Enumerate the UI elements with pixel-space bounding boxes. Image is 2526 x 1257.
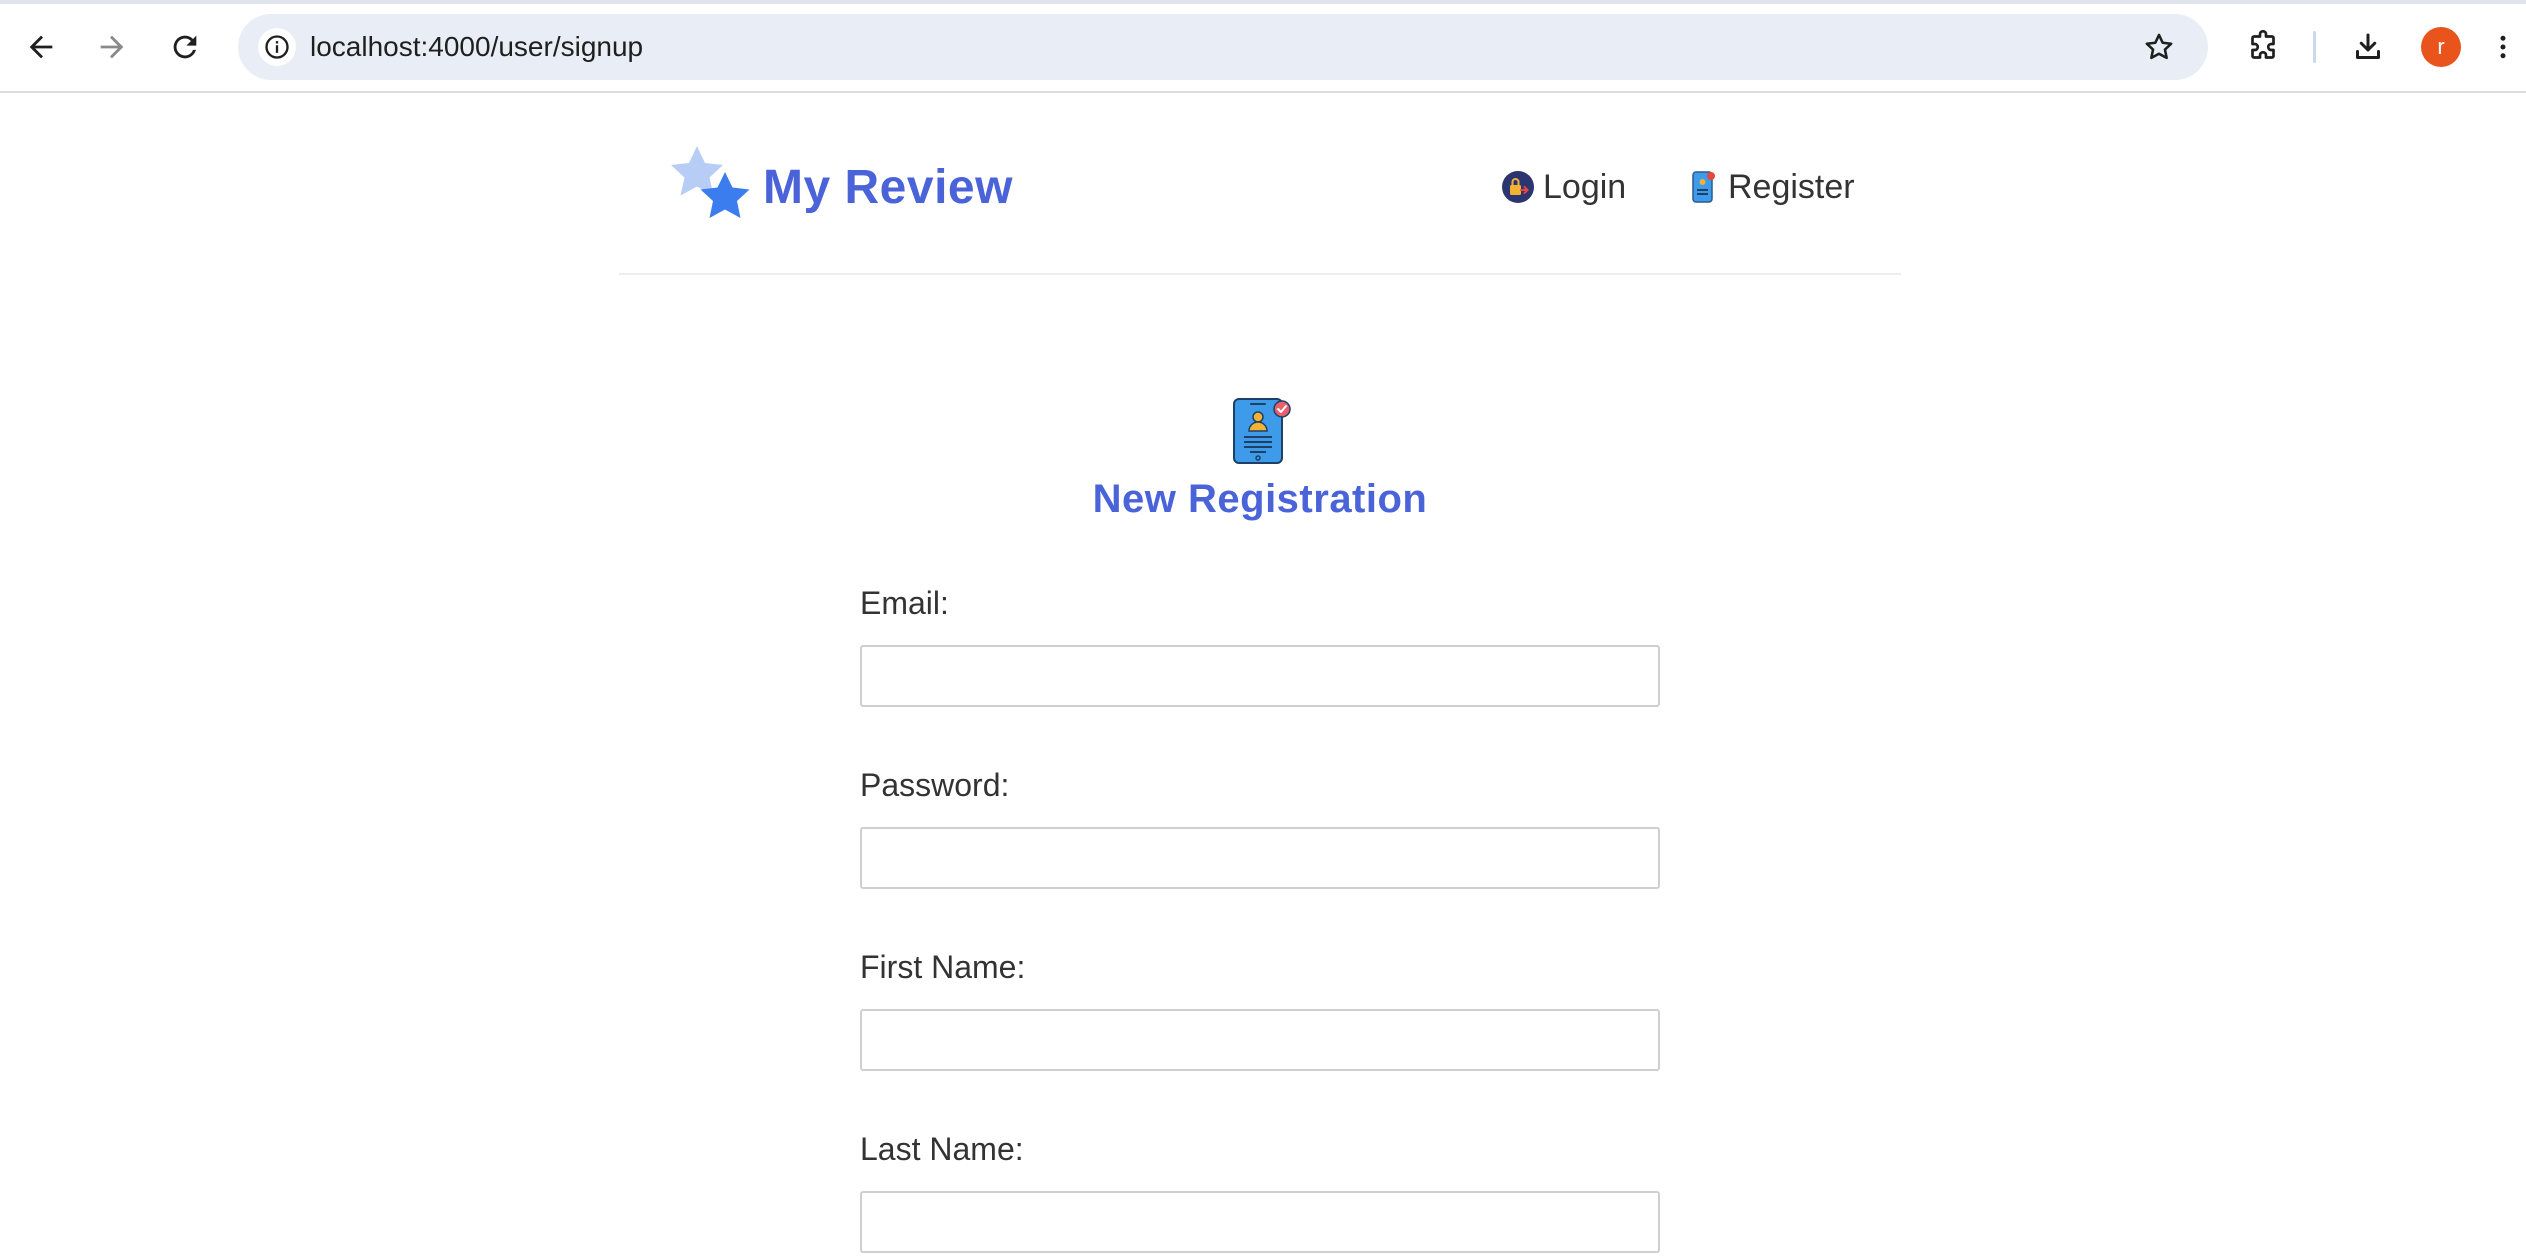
extensions-button[interactable] <box>2238 22 2288 72</box>
site-header: My Review Login Register <box>619 93 1901 275</box>
last-name-field[interactable] <box>860 1191 1660 1253</box>
registration-header: New Registration <box>860 395 1660 522</box>
brand-title: My Review <box>763 160 1013 214</box>
email-label: Email: <box>860 585 949 621</box>
tab-strip <box>0 0 2526 4</box>
first-name-field[interactable] <box>860 1009 1660 1071</box>
form-title: New Registration <box>1092 477 1428 521</box>
arrow-left-icon <box>29 35 53 59</box>
star-outline-icon <box>2145 33 2173 60</box>
site-info-icon[interactable] <box>258 28 296 66</box>
more-vert-icon <box>2500 35 2506 59</box>
address-bar[interactable]: localhost:4000/user/signup <box>238 14 2208 80</box>
brand-home-link[interactable]: My Review <box>667 137 1013 237</box>
browser-toolbar: localhost:4000/user/signup r <box>0 0 2526 93</box>
nav-register-link[interactable]: Register <box>1686 163 1855 211</box>
bookmark-button[interactable] <box>2140 28 2178 66</box>
arrow-right-icon <box>100 35 124 59</box>
register-icon <box>1692 171 1715 203</box>
reload-icon <box>173 35 197 59</box>
first-name-label: First Name: <box>860 949 1026 985</box>
password-field[interactable] <box>860 827 1660 889</box>
profile-avatar[interactable]: r <box>2421 27 2461 67</box>
nav-login-link[interactable]: Login <box>1501 163 1626 211</box>
puzzle-icon <box>2251 29 2275 59</box>
last-name-label: Last Name: <box>860 1131 1024 1167</box>
password-label: Password: <box>860 767 1010 803</box>
reload-button[interactable] <box>160 22 210 72</box>
downloads-button[interactable] <box>2343 22 2393 72</box>
registration-form-icon <box>1233 398 1291 464</box>
back-button[interactable] <box>16 22 66 72</box>
forward-button[interactable] <box>87 22 137 72</box>
toolbar-divider <box>2313 31 2316 63</box>
nav-register-label: Register <box>1728 167 1855 206</box>
email-field[interactable] <box>860 645 1660 707</box>
info-icon <box>265 35 289 59</box>
browser-menu-button[interactable] <box>2488 22 2518 72</box>
stars-logo-icon <box>671 146 750 218</box>
url-text[interactable]: localhost:4000/user/signup <box>310 14 643 80</box>
download-icon <box>2356 33 2380 59</box>
nav-login-label: Login <box>1543 167 1627 206</box>
login-icon <box>1502 171 1534 203</box>
